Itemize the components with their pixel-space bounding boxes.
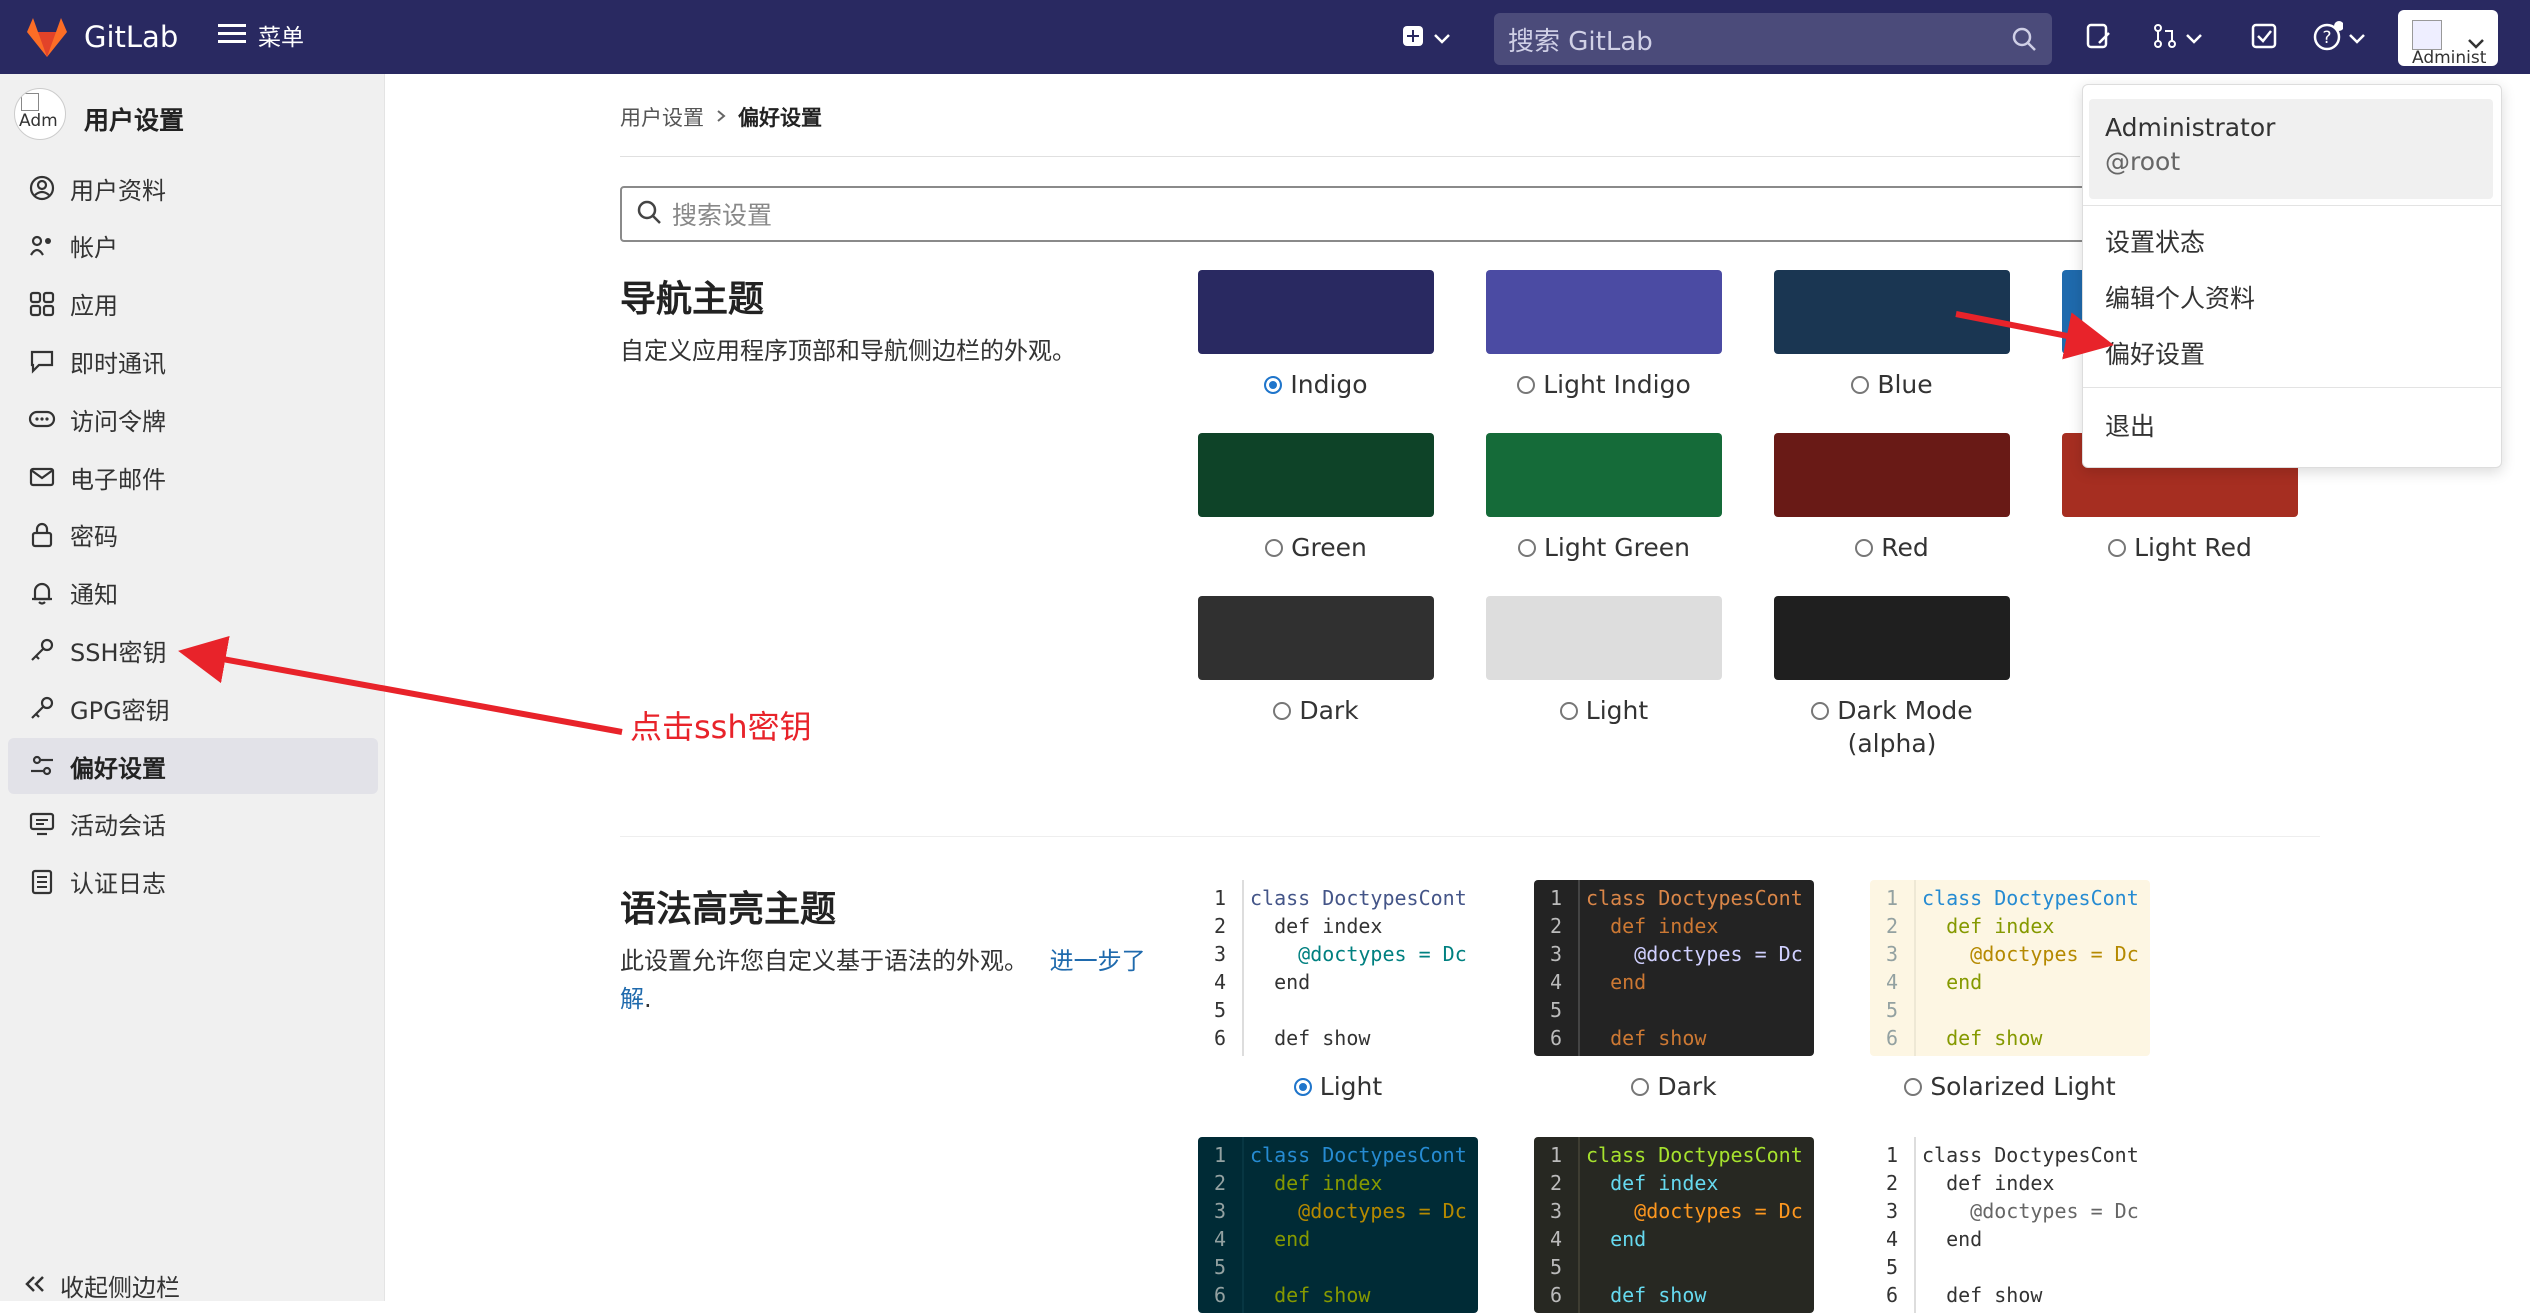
annotation-arrows <box>178 311 2114 735</box>
annotation-arrow-preferences <box>1955 311 2114 360</box>
annotation-text: 点击ssh密钥 <box>630 708 812 746</box>
annotation-arrow-ssh <box>178 635 623 735</box>
